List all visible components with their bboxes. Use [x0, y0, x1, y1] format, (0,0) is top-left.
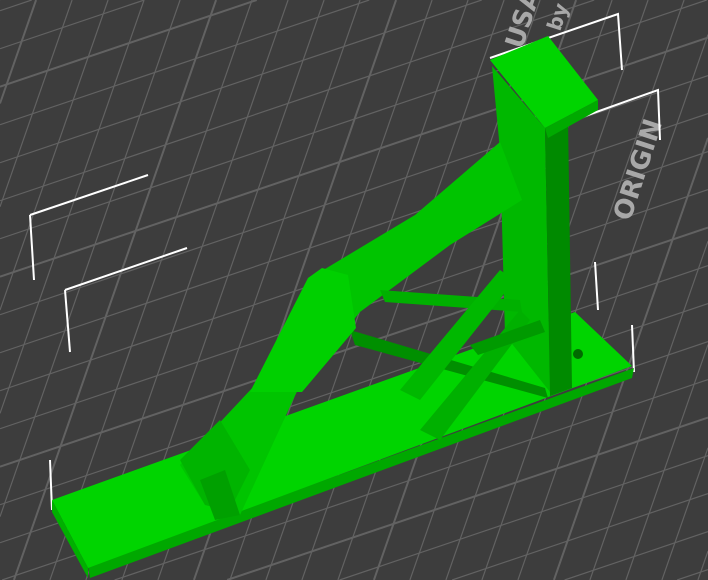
grid-line	[0, 0, 707, 240]
grid-line	[589, 241, 708, 580]
grid-line	[0, 0, 109, 311]
grid-line	[676, 568, 708, 580]
grid-line	[0, 0, 38, 104]
grid-line	[661, 447, 708, 580]
grid-line	[564, 530, 708, 580]
grid-line	[0, 36, 708, 278]
bed-text-by: by	[542, 0, 573, 33]
scene: USA by ORIGIN	[0, 0, 708, 580]
grid-line	[697, 550, 708, 580]
grid-line	[0, 0, 32, 12]
grid-line	[625, 344, 708, 580]
3d-viewport[interactable]: USA by ORIGIN	[0, 0, 708, 580]
grid-line	[0, 0, 370, 126]
